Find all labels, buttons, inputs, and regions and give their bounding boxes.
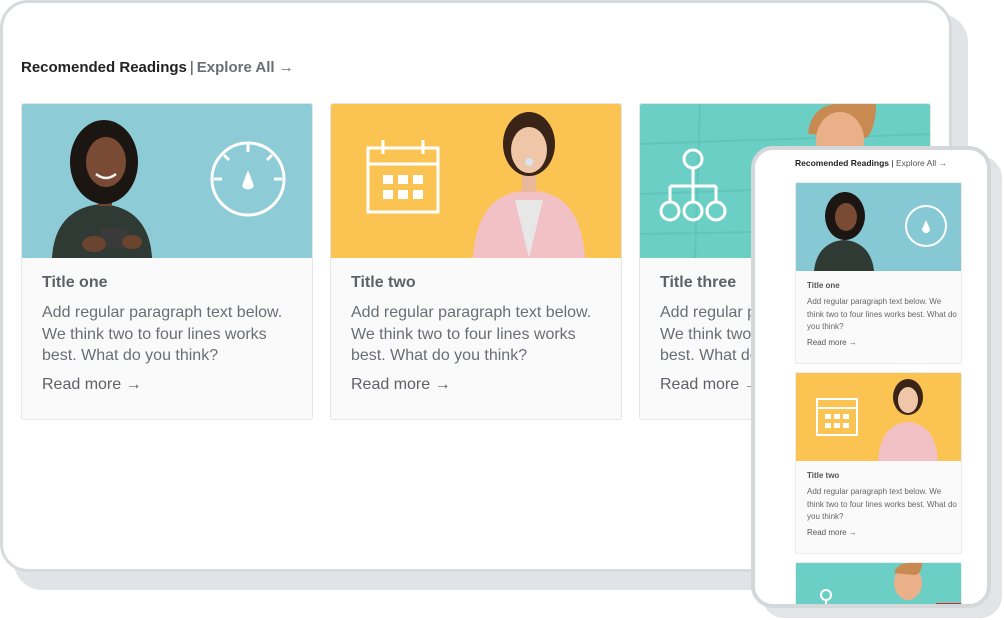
- mobile-card-title[interactable]: Title one: [807, 281, 840, 290]
- mobile-section-heading: Recomended Readings | Explore All →: [795, 158, 947, 168]
- mobile-reading-card-2[interactable]: Title two Add regular paragraph text bel…: [795, 372, 962, 554]
- card-text: Add regular paragraph text below. We thi…: [42, 304, 283, 364]
- read-more-link[interactable]: Read more →: [351, 376, 451, 394]
- card-text: Add regular paragraph text below. We thi…: [351, 304, 592, 364]
- phone-frame: Recomended Readings | Explore All → Titl…: [751, 146, 991, 608]
- mobile-card-image-3: [796, 563, 961, 604]
- section-heading: Recomended Readings | Explore All →: [21, 59, 294, 76]
- explore-all-link[interactable]: Explore All →: [197, 59, 294, 76]
- card-title[interactable]: Title two: [351, 274, 416, 292]
- mobile-explore-all-link[interactable]: Explore All →: [896, 158, 947, 168]
- mobile-card-title[interactable]: Title two: [807, 471, 839, 480]
- reading-card-1[interactable]: Title one Add regular paragraph text bel…: [21, 103, 313, 420]
- read-more-link[interactable]: Read more →: [42, 376, 142, 394]
- mobile-reading-card-1[interactable]: Title one Add regular paragraph text bel…: [795, 182, 962, 364]
- mobile-card-text: Add regular paragraph text below. We thi…: [807, 487, 957, 521]
- reading-card-2[interactable]: Title two Add regular paragraph text bel…: [330, 103, 622, 420]
- mobile-read-more-link[interactable]: Read more →: [807, 528, 857, 537]
- card-title[interactable]: Title three: [660, 274, 736, 292]
- mobile-heading-separator: |: [891, 158, 894, 168]
- mobile-card-image-1: [796, 183, 961, 271]
- mobile-reading-card-3[interactable]: [795, 562, 962, 604]
- heading-separator: |: [189, 59, 194, 76]
- mobile-card-text: Add regular paragraph text below. We thi…: [807, 297, 957, 331]
- read-more-link[interactable]: Read more →: [660, 376, 760, 394]
- mobile-read-more-link[interactable]: Read more →: [807, 338, 857, 347]
- card-image-1: [22, 104, 312, 258]
- mobile-section-title: Recomended Readings: [795, 158, 889, 168]
- mobile-card-image-2: [796, 373, 961, 461]
- section-title: Recomended Readings: [21, 59, 187, 76]
- card-image-2: [331, 104, 621, 258]
- card-title[interactable]: Title one: [42, 274, 108, 292]
